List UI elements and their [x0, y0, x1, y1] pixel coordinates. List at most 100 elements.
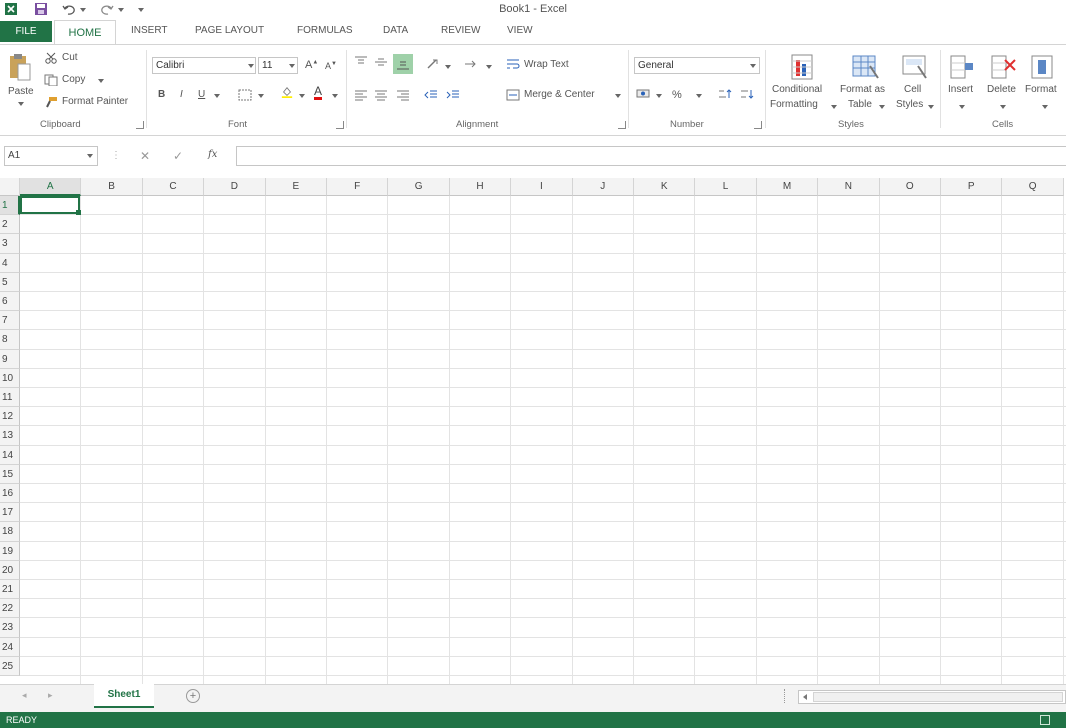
tab-data[interactable]: DATA: [383, 25, 408, 36]
accounting-format-icon[interactable]: [636, 88, 650, 100]
row-header-17[interactable]: 17: [0, 503, 20, 523]
row-header-22[interactable]: 22: [0, 599, 20, 619]
number-format-dropdown-icon[interactable]: [750, 64, 756, 68]
next-sheet-icon[interactable]: ▸: [48, 690, 53, 701]
tab-page-layout[interactable]: PAGE LAYOUT: [195, 25, 264, 36]
wrap-text-button[interactable]: Wrap Text: [524, 59, 569, 70]
conditional-formatting-button[interactable]: Conditional Formatting: [770, 50, 837, 114]
increase-decimal-icon[interactable]: [718, 88, 732, 100]
row-header-4[interactable]: 4: [0, 253, 20, 273]
tab-split-handle[interactable]: [784, 689, 787, 703]
decrease-decimal-icon[interactable]: [740, 88, 754, 100]
column-header-l[interactable]: L: [695, 178, 757, 196]
copy-dropdown-icon[interactable]: [98, 79, 104, 83]
prev-sheet-icon[interactable]: ◂: [22, 690, 27, 701]
decrease-indent-icon[interactable]: [424, 89, 438, 101]
number-format-select[interactable]: General: [634, 57, 760, 74]
column-header-q[interactable]: Q: [1002, 178, 1064, 196]
font-name-select[interactable]: Calibri: [152, 57, 256, 74]
sheet-tab-sheet1[interactable]: Sheet1: [94, 684, 154, 708]
column-header-m[interactable]: M: [756, 178, 819, 196]
fill-handle[interactable]: [76, 210, 82, 216]
name-box-dropdown-icon[interactable]: [87, 154, 93, 158]
font-name-dropdown-icon[interactable]: [248, 64, 254, 68]
active-cell-a1[interactable]: [20, 196, 81, 215]
row-header-21[interactable]: 21: [0, 580, 20, 600]
row-header-2[interactable]: 2: [0, 215, 20, 235]
tab-home[interactable]: HOME: [54, 20, 116, 44]
row-header-5[interactable]: 5: [0, 272, 20, 292]
column-header-a[interactable]: A: [20, 178, 82, 196]
tab-insert[interactable]: INSERT: [131, 25, 168, 36]
row-header-13[interactable]: 13: [0, 426, 20, 446]
enter-entry-icon[interactable]: ✓: [173, 149, 183, 163]
horizontal-scrollbar[interactable]: [798, 690, 1066, 704]
row-header-14[interactable]: 14: [0, 445, 20, 465]
row-header-1[interactable]: 1: [0, 196, 20, 216]
column-header-f[interactable]: F: [327, 178, 389, 196]
decrease-font-icon[interactable]: A▼: [325, 61, 337, 71]
row-header-19[interactable]: 19: [0, 541, 20, 561]
column-header-d[interactable]: D: [204, 178, 266, 196]
align-right-icon[interactable]: [396, 89, 410, 101]
row-header-8[interactable]: 8: [0, 330, 20, 350]
borders-dropdown-icon[interactable]: [258, 94, 264, 98]
font-color-dropdown-icon[interactable]: [332, 94, 338, 98]
column-header-k[interactable]: K: [634, 178, 696, 196]
clipboard-launcher-icon[interactable]: [136, 121, 144, 129]
merge-center-button[interactable]: Merge & Center: [524, 89, 595, 100]
underline-dropdown-icon[interactable]: [214, 94, 220, 98]
new-sheet-icon[interactable]: +: [186, 689, 200, 703]
column-header-c[interactable]: C: [142, 178, 205, 196]
cut-button[interactable]: Cut: [62, 52, 78, 63]
column-header-p[interactable]: P: [941, 178, 1003, 196]
format-as-table-button[interactable]: Format as Table: [838, 50, 894, 114]
format-painter-button[interactable]: Format Painter: [62, 96, 128, 107]
tab-view[interactable]: VIEW: [507, 25, 533, 36]
font-color-icon[interactable]: A: [314, 85, 323, 100]
column-header-i[interactable]: I: [511, 178, 573, 196]
cell-styles-button[interactable]: Cell Styles: [894, 50, 936, 114]
align-top-icon[interactable]: [354, 56, 368, 68]
format-cells-button[interactable]: Format: [1024, 50, 1066, 114]
column-header-j[interactable]: J: [572, 178, 634, 196]
row-header-18[interactable]: 18: [0, 522, 20, 542]
column-header-e[interactable]: E: [265, 178, 327, 196]
row-header-9[interactable]: 9: [0, 349, 20, 369]
font-launcher-icon[interactable]: [336, 121, 344, 129]
italic-button[interactable]: I: [180, 89, 183, 100]
orientation-icon[interactable]: [426, 58, 440, 70]
fill-color-dropdown-icon[interactable]: [299, 94, 305, 98]
fill-color-icon[interactable]: [280, 86, 294, 98]
percent-style-button[interactable]: %: [672, 89, 682, 101]
normal-view-icon[interactable]: [1040, 715, 1050, 725]
text-direction-icon[interactable]: [464, 58, 478, 70]
align-middle-icon[interactable]: [374, 56, 388, 68]
insert-cells-button[interactable]: Insert: [944, 50, 980, 114]
delete-cells-button[interactable]: Delete: [984, 50, 1024, 114]
column-header-o[interactable]: O: [879, 178, 941, 196]
row-header-3[interactable]: 3: [0, 234, 20, 254]
number-launcher-icon[interactable]: [754, 121, 762, 129]
column-header-b[interactable]: B: [81, 178, 143, 196]
row-header-6[interactable]: 6: [0, 292, 20, 312]
worksheet-grid[interactable]: A B C D E F G H I J K L M N O P Q 1 2 3 4 5 6 7 8 9 10 11 12 13 14 15 16…: [0, 178, 1066, 684]
name-box[interactable]: A1: [4, 146, 98, 166]
cancel-entry-icon[interactable]: ✕: [140, 149, 150, 163]
align-left-icon[interactable]: [354, 89, 368, 101]
orientation-dropdown-icon[interactable]: [445, 65, 451, 69]
insert-function-button[interactable]: fx: [208, 149, 217, 160]
align-center-icon[interactable]: [374, 89, 388, 101]
borders-icon[interactable]: [238, 89, 252, 101]
row-header-12[interactable]: 12: [0, 407, 20, 427]
paste-button[interactable]: Paste: [6, 52, 36, 110]
column-header-h[interactable]: H: [449, 178, 512, 196]
horizontal-scroll-thumb[interactable]: [813, 692, 1063, 702]
tab-review[interactable]: REVIEW: [441, 25, 480, 36]
select-all-corner[interactable]: [0, 178, 20, 196]
scroll-left-icon[interactable]: [803, 694, 807, 700]
tab-file[interactable]: FILE: [0, 21, 52, 42]
align-bottom-button[interactable]: [393, 54, 413, 74]
underline-button[interactable]: U: [198, 89, 205, 100]
row-header-15[interactable]: 15: [0, 464, 20, 484]
